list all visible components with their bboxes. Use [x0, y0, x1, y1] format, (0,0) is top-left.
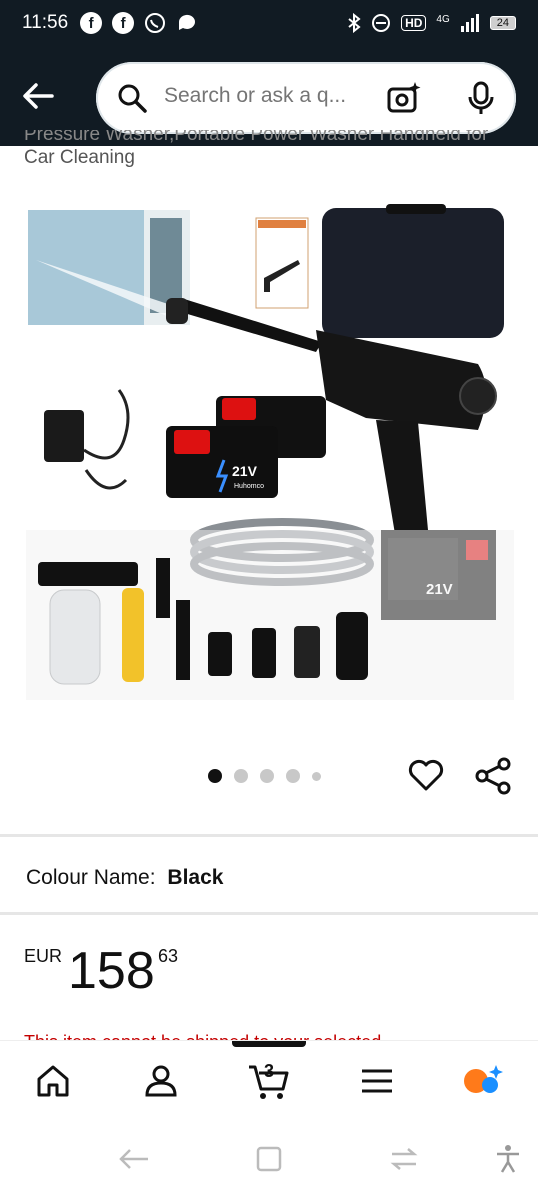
divider	[0, 912, 538, 915]
price-currency: EUR	[24, 946, 63, 966]
nav-assistant[interactable]	[458, 1059, 508, 1103]
bluetooth-icon	[348, 13, 361, 33]
back-arrow-icon[interactable]	[18, 76, 58, 116]
do-not-disturb-icon	[372, 14, 391, 32]
manual-thumbnail	[255, 217, 309, 309]
home-icon	[37, 1065, 69, 1097]
system-status: HD 4G 24	[347, 13, 516, 33]
colour-value: Black	[167, 866, 224, 889]
whatsapp-icon	[145, 13, 166, 33]
assistant-icon	[464, 1065, 503, 1093]
image-carousel-dots[interactable]	[208, 769, 321, 783]
cart-count: 3	[264, 1061, 275, 1081]
nav-cart[interactable]: 3	[244, 1059, 294, 1103]
battery-level: 24	[489, 16, 516, 30]
product-image[interactable]: 21V Huhomco 21V	[26, 200, 514, 700]
android-recents-icon[interactable]	[388, 1144, 420, 1174]
android-home-icon[interactable]	[254, 1144, 284, 1174]
carousel-dot[interactable]	[260, 769, 274, 783]
android-back-icon[interactable]	[116, 1144, 152, 1174]
carousel-dot[interactable]	[312, 771, 321, 781]
android-navigation-bar	[0, 1120, 538, 1200]
camera-lens-icon[interactable]	[386, 80, 422, 116]
carousel-dot[interactable]	[208, 769, 222, 783]
product-title: Pressure Washer,Portable Power Washer Ha…	[24, 130, 524, 172]
hd-badge: HD	[401, 15, 427, 31]
search-input[interactable]	[164, 84, 374, 108]
price-whole: 158	[68, 942, 155, 1000]
signal-icon	[460, 14, 479, 32]
product-title-line1: Pressure Washer,Portable Power Washer Ha…	[24, 130, 489, 144]
nav-menu[interactable]	[352, 1059, 402, 1103]
shipping-notice: This item cannot be shipped to your sele…	[24, 1030, 504, 1040]
price-fraction: 63	[158, 946, 179, 966]
window-spray-photo	[28, 210, 190, 325]
active-tab-indicator	[232, 1041, 306, 1047]
divider	[0, 834, 538, 837]
product-title-line2: Car Cleaning	[24, 147, 135, 168]
facebook-icon-2: f	[112, 12, 135, 34]
battery-brand-label: Huhomco	[234, 483, 264, 490]
microphone-icon[interactable]	[466, 80, 496, 116]
nav-home[interactable]	[28, 1059, 78, 1103]
notification-icons: f f	[80, 12, 198, 34]
accessibility-icon[interactable]	[494, 1144, 522, 1174]
colour-label: Colour Name:	[26, 866, 156, 889]
accessories	[26, 530, 514, 700]
search-icon	[118, 84, 147, 113]
status-time: 11:56	[22, 12, 69, 33]
facebook-icon: f	[80, 12, 103, 34]
status-bar: 11:56 f f HD 4G 24	[0, 0, 538, 46]
person-icon	[145, 1065, 177, 1097]
search-box[interactable]	[96, 62, 516, 134]
carousel-dot[interactable]	[234, 769, 248, 783]
nav-account[interactable]	[136, 1059, 186, 1103]
carousel-dot[interactable]	[286, 769, 300, 783]
battery-voltage-label: 21V	[232, 463, 258, 479]
product-page: 11:56 f f HD 4G 24 Pressure Washer,Porta…	[0, 0, 538, 1200]
carry-case	[322, 208, 504, 338]
share-icon[interactable]	[474, 756, 514, 796]
chat-bubble-icon	[179, 14, 196, 30]
menu-icon	[362, 1069, 392, 1093]
network-type: 4G	[436, 13, 450, 25]
colour-selection: Colour Name: Black	[26, 866, 223, 890]
heart-icon[interactable]	[407, 756, 445, 794]
bottom-navigation: 3	[0, 1040, 538, 1120]
